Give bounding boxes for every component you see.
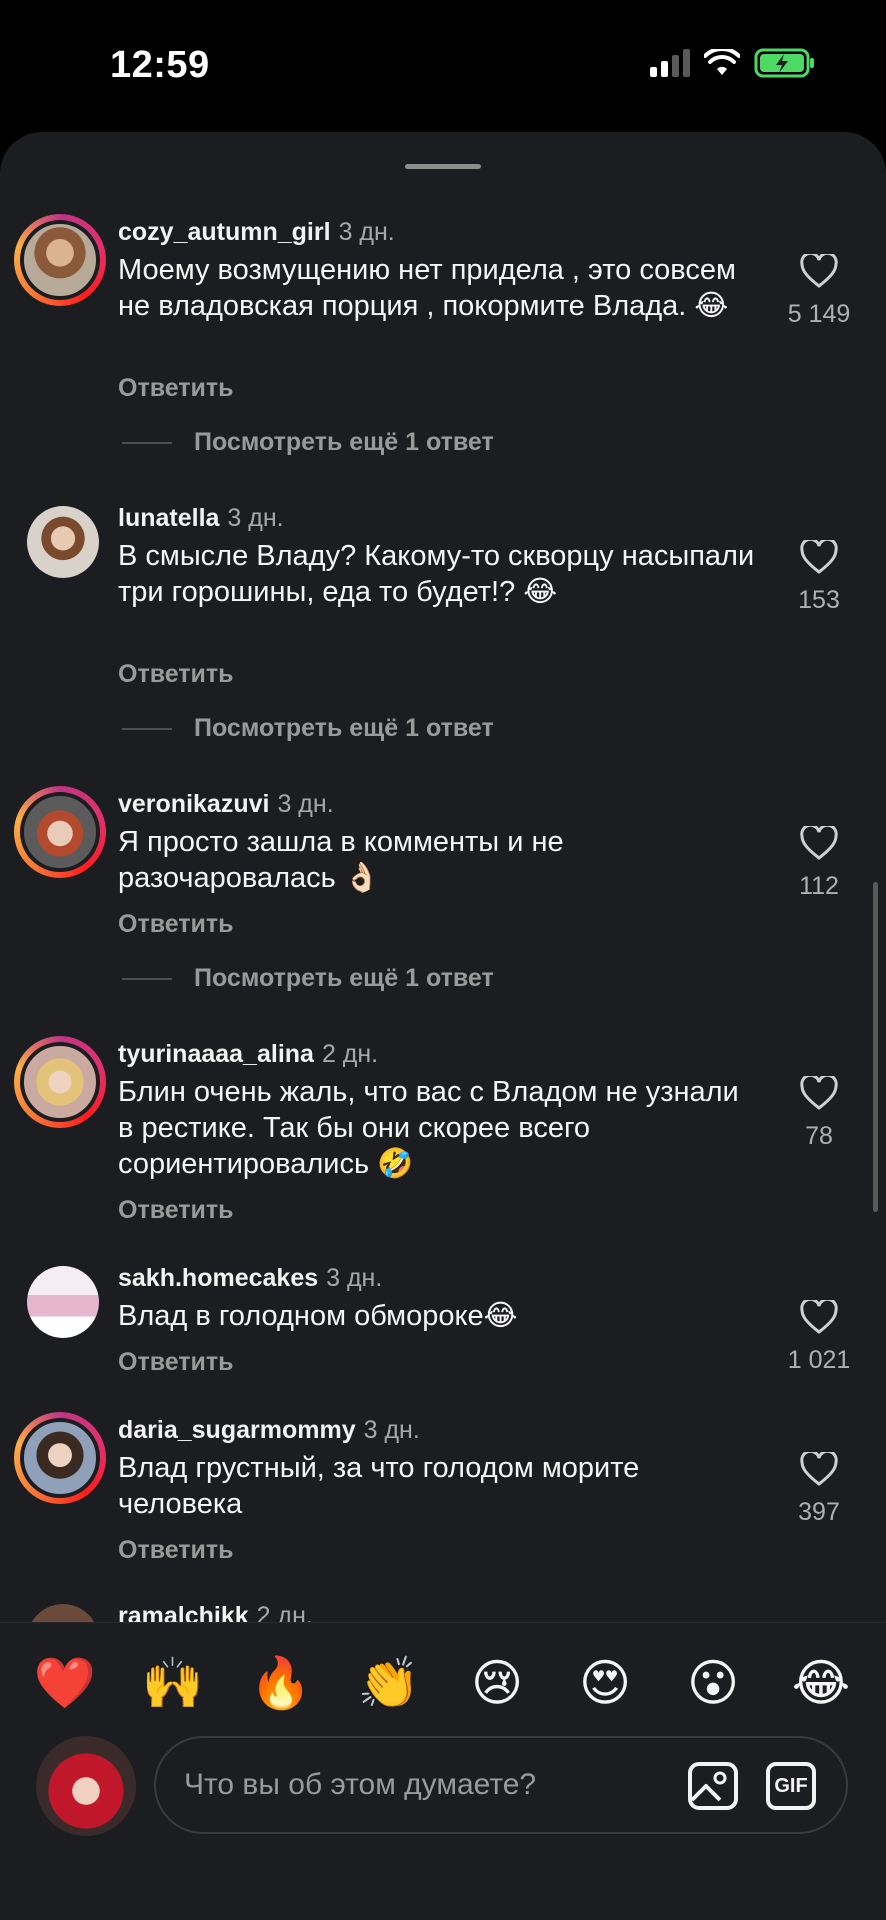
- avatar-story-ring[interactable]: [14, 1412, 106, 1504]
- view-more-replies[interactable]: Посмотреть ещё 1 ответ: [122, 964, 494, 993]
- cellular-signal-icon: [650, 49, 690, 77]
- comments-list[interactable]: cozy_autumn_girl 3 дн. Моему возмущению н…: [0, 214, 886, 1754]
- comment-username[interactable]: veronikazuvi 3 дн.: [118, 790, 334, 819]
- avatar-wrap[interactable]: [27, 1266, 99, 1338]
- like-count: 153: [798, 586, 840, 614]
- current-user-avatar[interactable]: [36, 1736, 136, 1836]
- gif-button[interactable]: GIF: [766, 1762, 816, 1810]
- comment-time: 2 дн.: [321, 1040, 379, 1068]
- comment-username[interactable]: lunatella 3 дн.: [118, 504, 284, 533]
- scrollbar[interactable]: [873, 882, 878, 1212]
- comment-composer: Что вы об этом думаете? GIF: [0, 1736, 886, 1920]
- reply-button[interactable]: Ответить: [118, 910, 234, 939]
- heart-icon: [800, 1300, 838, 1334]
- avatar: [20, 1418, 100, 1498]
- avatar: [27, 1266, 99, 1338]
- avatar: [27, 506, 99, 578]
- comment-input[interactable]: Что вы об этом думаете? GIF: [154, 1736, 848, 1834]
- reply-button[interactable]: Ответить: [118, 1196, 234, 1225]
- comment-text: Моему возмущению нет придела , это совсе…: [118, 254, 736, 322]
- like-control[interactable]: 5 149: [774, 254, 864, 329]
- comment-time: 3 дн.: [227, 504, 284, 532]
- reply-button[interactable]: Ответить: [118, 660, 234, 689]
- sheet-grabber[interactable]: [405, 164, 481, 169]
- reaction-raised-hands[interactable]: 🙌: [138, 1653, 208, 1713]
- comment-username[interactable]: sakh.homecakes 3 дн.: [118, 1264, 382, 1293]
- comment-text: Я просто зашла в комменты и не разочаров…: [118, 826, 564, 894]
- heart-icon: [800, 254, 838, 288]
- reaction-surprised[interactable]: 😮: [678, 1653, 748, 1713]
- heart-icon: [800, 1452, 838, 1486]
- reaction-laughing[interactable]: 😂: [786, 1653, 856, 1713]
- like-count: 78: [805, 1122, 833, 1150]
- like-control[interactable]: 78: [774, 1076, 864, 1151]
- status-icons: [650, 48, 816, 78]
- comment-text: Влад в голодном обмороке😂: [118, 1300, 518, 1332]
- comment-time: 3 дн.: [326, 1264, 383, 1292]
- battery-charging-icon: [754, 48, 814, 78]
- like-count: 5 149: [787, 300, 851, 328]
- image-icon[interactable]: [686, 1758, 742, 1814]
- reaction-crying[interactable]: 😢: [462, 1653, 532, 1713]
- like-count: 1 021: [787, 1346, 851, 1374]
- avatar: [20, 220, 100, 300]
- wifi-icon: [704, 49, 740, 75]
- avatar-wrap[interactable]: [27, 506, 99, 578]
- like-control[interactable]: 153: [774, 540, 864, 615]
- status-bar: 12:59: [0, 0, 886, 130]
- heart-icon: [800, 826, 838, 860]
- reaction-fire[interactable]: 🔥: [246, 1653, 316, 1713]
- comment-username[interactable]: cozy_autumn_girl 3 дн.: [118, 218, 395, 247]
- comment-username[interactable]: daria_sugarmommy 3 дн.: [118, 1416, 420, 1445]
- reaction-clapping[interactable]: 👏: [354, 1653, 424, 1713]
- heart-icon: [800, 540, 838, 574]
- like-control[interactable]: 1 021: [774, 1300, 864, 1375]
- like-control[interactable]: 397: [774, 1452, 864, 1527]
- comment-time: 3 дн.: [338, 218, 395, 246]
- comment-text: Блин очень жаль, что вас с Владом не узн…: [118, 1076, 739, 1180]
- reaction-heart-eyes[interactable]: 😍: [570, 1653, 640, 1713]
- view-more-replies[interactable]: Посмотреть ещё 1 ответ: [122, 428, 494, 457]
- reaction-heart[interactable]: ❤️: [30, 1653, 100, 1713]
- avatar-story-ring[interactable]: [14, 214, 106, 306]
- avatar-story-ring[interactable]: [14, 786, 106, 878]
- comment-time: 3 дн.: [363, 1416, 420, 1444]
- quick-reactions-bar: ❤️ 🙌 🔥 👏 😢 😍 😮 😂: [0, 1622, 886, 1743]
- like-control[interactable]: 112: [774, 826, 864, 901]
- status-time: 12:59: [110, 44, 210, 86]
- comment-time: 3 дн.: [277, 790, 334, 818]
- comment-username[interactable]: tyurinaaaa_alina 2 дн.: [118, 1040, 378, 1069]
- like-count: 112: [799, 872, 839, 900]
- reply-button[interactable]: Ответить: [118, 1536, 234, 1565]
- comment-text: Влад грустный, за что голодом морите чел…: [118, 1452, 640, 1520]
- like-count: 397: [798, 1498, 840, 1526]
- view-more-replies[interactable]: Посмотреть ещё 1 ответ: [122, 714, 494, 743]
- comment-text: В смысле Владу? Какому-то скворцу насыпа…: [118, 540, 755, 608]
- comment-input-placeholder: Что вы об этом думаете?: [184, 1768, 537, 1801]
- avatar: [20, 792, 100, 872]
- heart-icon: [800, 1076, 838, 1110]
- avatar-story-ring[interactable]: [14, 1036, 106, 1128]
- reply-button[interactable]: Ответить: [118, 374, 234, 403]
- reply-button[interactable]: Ответить: [118, 1348, 234, 1377]
- avatar: [20, 1042, 100, 1122]
